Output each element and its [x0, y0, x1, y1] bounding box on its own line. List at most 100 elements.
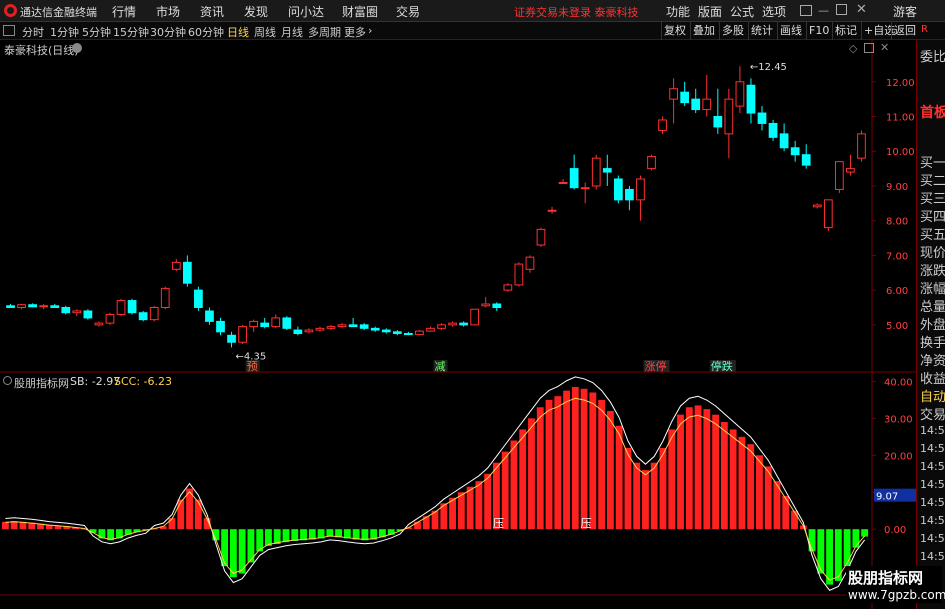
period-daily[interactable]: 日线	[227, 24, 249, 40]
side-auto[interactable]: 自动	[920, 386, 945, 405]
candle-body	[580, 187, 590, 190]
candle	[404, 331, 413, 336]
candle-body	[39, 305, 49, 308]
indicator-bar	[668, 429, 676, 530]
login-warning[interactable]: 证券交易未登录 泰豪科技	[514, 4, 639, 20]
candle	[149, 305, 159, 322]
period-5min[interactable]: 5分钟	[82, 24, 111, 40]
indicator-bar	[528, 418, 535, 530]
tool-multi-stock[interactable]: 多股	[719, 22, 746, 40]
period-intraday[interactable]: 分时	[22, 24, 44, 40]
price-tick-label: 6.00	[886, 286, 908, 297]
chevron-down-icon[interactable]	[72, 43, 82, 53]
candle-body	[625, 188, 634, 201]
menu-formula[interactable]: 公式	[730, 3, 754, 20]
watermark-url: www.7gpzb.com	[848, 588, 945, 602]
menu-market[interactable]: 市场	[156, 3, 180, 20]
candle	[580, 182, 590, 204]
indicator-bar	[861, 529, 869, 537]
indicator-bar	[194, 499, 202, 530]
candle-body	[492, 303, 502, 308]
candle-body	[304, 329, 314, 333]
candle-body	[658, 119, 667, 131]
side-trade[interactable]: 交易	[920, 404, 945, 423]
candle-body	[846, 168, 855, 173]
menu-function[interactable]: 功能	[666, 3, 690, 20]
candle	[779, 123, 789, 152]
window-icon[interactable]	[864, 43, 874, 53]
menu-discover[interactable]: 发现	[244, 3, 268, 20]
menu-wealth[interactable]: 财富圈	[342, 3, 378, 20]
indicator-bar	[545, 399, 553, 530]
menu-ask[interactable]: 问小达	[288, 3, 324, 20]
indicator-sb-value: SB: -2.97	[70, 375, 121, 388]
candle-body	[801, 154, 811, 166]
period-15min[interactable]: 15分钟	[113, 24, 149, 40]
candle-body	[94, 322, 104, 326]
menu-layout[interactable]: 版面	[698, 3, 722, 20]
tool-mark[interactable]: 标记	[832, 22, 859, 40]
guest-label[interactable]: 游客	[893, 3, 917, 20]
tool-f10[interactable]: F10	[806, 22, 831, 40]
candle	[205, 307, 214, 325]
period-more[interactable]: 更多	[344, 24, 366, 40]
tool-draw[interactable]: 画线	[777, 22, 804, 40]
candle	[282, 316, 292, 331]
tool-overlay[interactable]: 叠加	[690, 22, 717, 40]
close-icon[interactable]: ✕	[856, 2, 867, 17]
indicator-bar	[817, 529, 825, 574]
window-icon[interactable]	[800, 5, 812, 16]
candle	[315, 326, 325, 332]
period-multi[interactable]: 多周期	[308, 24, 341, 40]
indicator-bar	[563, 390, 570, 530]
menu-quotes[interactable]: 行情	[112, 3, 136, 20]
period-60min[interactable]: 60分钟	[188, 24, 224, 40]
tool-back[interactable]: 返回	[891, 22, 918, 40]
period-30min[interactable]: 30分钟	[150, 24, 186, 40]
candle-body	[702, 98, 712, 111]
candle	[536, 227, 546, 247]
indicator-bar	[168, 518, 176, 530]
candle	[823, 199, 833, 232]
candle-body	[691, 98, 701, 111]
side-time: 14:5	[920, 424, 945, 437]
candle-body	[6, 305, 15, 308]
panel-toggle-icon[interactable]: R	[921, 24, 928, 35]
indicator-settings-icon[interactable]	[3, 376, 12, 385]
indicator-name[interactable]: 股朋指标网	[14, 375, 69, 391]
candle	[746, 78, 756, 124]
candle-body	[28, 304, 37, 308]
indicator-bar	[703, 409, 711, 530]
candle	[591, 154, 601, 190]
close-icon[interactable]: ✕	[880, 41, 889, 54]
price-tick-label: 10.00	[886, 147, 915, 158]
period-weekly[interactable]: 周线	[254, 24, 276, 40]
maximize-icon[interactable]	[836, 4, 847, 15]
tool-stats[interactable]: 统计	[748, 22, 775, 40]
menu-trade[interactable]: 交易	[396, 3, 420, 20]
layout-icon[interactable]	[3, 25, 15, 36]
period-1min[interactable]: 1分钟	[50, 24, 79, 40]
candle	[160, 286, 170, 310]
event-marker: 减	[435, 360, 446, 373]
candle	[481, 297, 491, 308]
indicator-bar	[659, 447, 667, 530]
menu-news[interactable]: 资讯	[200, 3, 224, 20]
indicator-bar	[554, 396, 562, 530]
candle-body	[348, 324, 358, 328]
price-tick-label: 5.00	[886, 321, 908, 332]
chevron-right-icon[interactable]: ›	[368, 24, 372, 37]
indicator-bar	[273, 529, 281, 544]
candle-body	[337, 324, 347, 328]
tool-adjust[interactable]: 复权	[661, 22, 688, 40]
minimize-icon[interactable]: —	[818, 4, 829, 17]
period-monthly[interactable]: 月线	[281, 24, 303, 40]
candle	[757, 106, 767, 131]
candle	[72, 309, 82, 317]
menu-options[interactable]: 选项	[762, 3, 786, 20]
candle-body	[812, 204, 822, 208]
diamond-icon[interactable]: ◇	[849, 42, 857, 55]
candle-body	[591, 157, 601, 187]
candle-body	[647, 155, 656, 170]
candle	[182, 255, 192, 287]
